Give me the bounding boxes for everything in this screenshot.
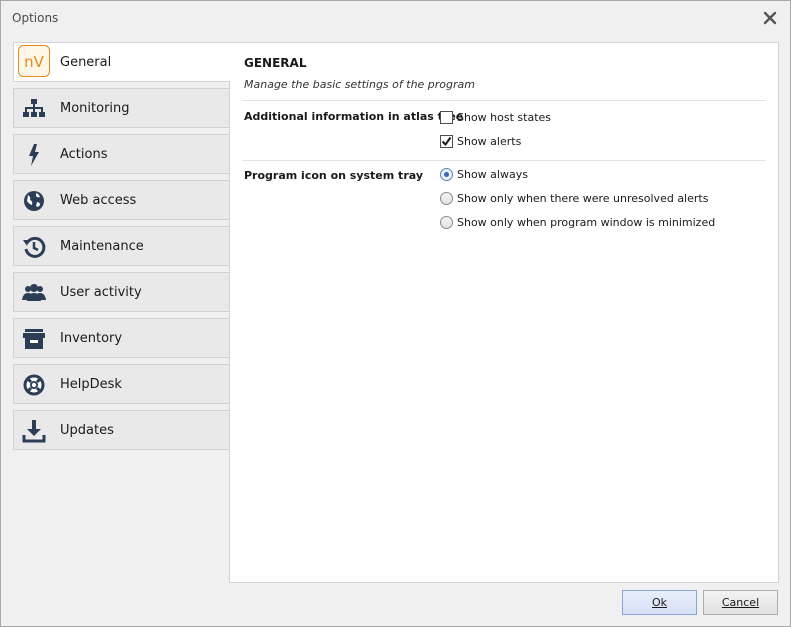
sidebar-item-label: HelpDesk <box>60 377 122 392</box>
sidebar-item-inventory[interactable]: Inventory <box>13 318 229 358</box>
globe-icon <box>22 189 46 213</box>
ok-button[interactable]: Ok <box>622 590 697 615</box>
radio-label: Show only when program window is minimiz… <box>457 216 716 229</box>
lifebuoy-icon <box>22 373 46 397</box>
system-tray-label: Program icon on system tray <box>244 169 423 182</box>
checkbox-label: Show host states <box>457 111 552 124</box>
sidebar-item-label: Maintenance <box>60 239 144 254</box>
title-bar: Options <box>1 1 790 35</box>
sidebar-item-helpdesk[interactable]: HelpDesk <box>13 364 229 404</box>
users-icon <box>22 281 46 305</box>
svg-text:nV: nV <box>24 53 45 71</box>
radio-button[interactable] <box>440 168 453 181</box>
close-icon[interactable] <box>763 11 777 25</box>
sidebar-item-actions[interactable]: Actions <box>13 134 229 174</box>
options-dialog: Options nV General Monitoring Actions We… <box>0 0 791 627</box>
checkbox-box[interactable] <box>440 111 453 124</box>
sidebar: nV General Monitoring Actions Web access… <box>13 42 230 452</box>
page-subtitle: Manage the basic settings of the program <box>244 78 475 91</box>
checkmark-icon <box>441 136 452 147</box>
checkbox-label: Show alerts <box>457 135 522 148</box>
page-title: GENERAL <box>244 56 307 70</box>
divider <box>242 100 766 101</box>
sidebar-item-label: Updates <box>60 423 114 438</box>
sidebar-item-maintenance[interactable]: Maintenance <box>13 226 229 266</box>
checkbox-box[interactable] <box>440 135 453 148</box>
sidebar-item-label: Inventory <box>60 331 123 346</box>
nv-logo-icon: nV <box>18 45 50 77</box>
radio-button[interactable] <box>440 192 453 205</box>
history-icon <box>22 235 46 259</box>
archive-icon <box>22 327 46 351</box>
cancel-button[interactable]: Cancel <box>703 590 778 615</box>
ok-button-label: Ok <box>651 596 668 609</box>
sidebar-item-label: Actions <box>60 147 108 162</box>
radio-button[interactable] <box>440 216 453 229</box>
settings-panel: GENERAL Manage the basic settings of the… <box>229 42 779 583</box>
sidebar-item-user-activity[interactable]: User activity <box>13 272 229 312</box>
download-icon <box>22 419 46 443</box>
lightning-icon <box>22 143 46 167</box>
sidebar-item-monitoring[interactable]: Monitoring <box>13 88 229 128</box>
atlas-tree-label: Additional information in atlas tree <box>244 110 464 123</box>
sidebar-item-label: General <box>60 55 112 70</box>
hierarchy-icon <box>22 97 46 121</box>
window-title: Options <box>12 11 59 25</box>
sidebar-item-updates[interactable]: Updates <box>13 410 229 450</box>
sidebar-item-label: Monitoring <box>60 101 130 116</box>
sidebar-item-web-access[interactable]: Web access <box>13 180 229 220</box>
cancel-button-label: Cancel <box>721 596 760 609</box>
sidebar-item-label: User activity <box>60 285 142 300</box>
sidebar-item-general[interactable]: nV General <box>13 42 230 82</box>
sidebar-item-label: Web access <box>60 193 137 208</box>
radio-label: Show only when there were unresolved ale… <box>457 192 709 205</box>
radio-label: Show always <box>457 168 528 181</box>
divider <box>242 160 766 161</box>
